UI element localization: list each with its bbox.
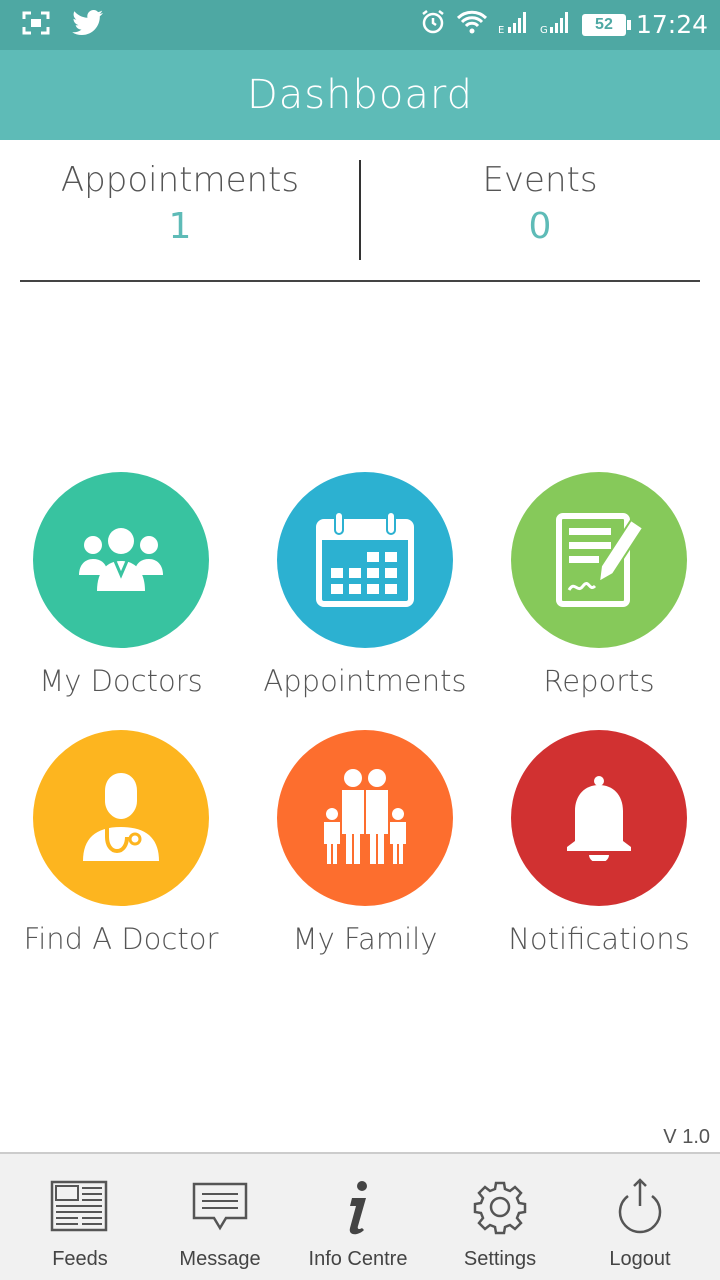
newspaper-icon — [50, 1180, 108, 1232]
bottom-nav: Feeds Message Info Centre Settings Logou… — [0, 1152, 720, 1280]
nav-label-logout: Logout — [609, 1248, 671, 1270]
doctors-group-icon — [79, 528, 163, 591]
tile-label-my-doctors: My Doctors — [39, 664, 203, 698]
tile-label-my-family: My Family — [292, 922, 438, 956]
summary-counters: Appointments 1 Events 0 — [20, 140, 700, 282]
alarm-icon — [420, 9, 446, 40]
tile-find-a-doctor[interactable]: Find A Doctor — [1, 730, 241, 956]
tile-label-find-a-doctor: Find A Doctor — [23, 922, 219, 956]
svg-text:E: E — [498, 25, 504, 35]
report-signature-icon — [556, 513, 645, 607]
screenshot-icon — [22, 11, 50, 40]
nav-label-settings: Settings — [463, 1248, 537, 1270]
bell-icon — [567, 776, 631, 861]
app-bar: Dashboard — [0, 50, 720, 140]
signal-icon-2: G — [540, 9, 572, 40]
tile-circle — [33, 730, 209, 906]
status-bar: E G 52 17:24 — [0, 0, 720, 50]
app-version: V 1.0 — [663, 1126, 710, 1148]
family-icon — [324, 769, 406, 864]
info-icon — [349, 1181, 367, 1235]
nav-item-message[interactable]: Message — [148, 1154, 292, 1280]
nav-label-feeds: Feeds — [52, 1248, 108, 1270]
events-counter-value: 0 — [528, 206, 552, 247]
gear-icon — [473, 1181, 527, 1235]
tile-circle — [277, 730, 453, 906]
wifi-icon — [456, 9, 488, 40]
tile-circle — [511, 472, 687, 648]
tile-circle — [277, 472, 453, 648]
nav-label-info-centre: Info Centre — [308, 1248, 408, 1270]
clock: 17:24 — [635, 10, 708, 39]
calendar-icon — [316, 512, 414, 607]
tile-my-doctors[interactable]: My Doctors — [1, 472, 241, 698]
tile-my-family[interactable]: My Family — [245, 730, 485, 956]
nav-item-info-centre[interactable]: Info Centre — [286, 1154, 430, 1280]
svg-text:G: G — [540, 25, 548, 35]
battery-indicator: 52 — [581, 13, 631, 36]
nav-item-feeds[interactable]: Feeds — [8, 1154, 152, 1280]
tile-label-reports: Reports — [543, 664, 655, 698]
signal-icon: E — [498, 9, 530, 40]
twitter-icon — [72, 10, 104, 41]
appointments-counter-value: 1 — [168, 206, 192, 247]
tile-label-notifications: Notifications — [508, 922, 690, 956]
tile-label-appointments: Appointments — [263, 664, 467, 698]
doctor-stethoscope-icon — [83, 773, 159, 861]
tile-circle — [33, 472, 209, 648]
nav-item-logout[interactable]: Logout — [568, 1154, 712, 1280]
nav-label-message: Message — [179, 1248, 261, 1270]
page-title: Dashboard — [246, 72, 473, 118]
tile-notifications[interactable]: Notifications — [479, 730, 719, 956]
events-counter[interactable]: Events 0 — [360, 160, 720, 247]
tile-appointments[interactable]: Appointments — [245, 472, 485, 698]
tile-reports[interactable]: Reports — [479, 472, 719, 698]
events-counter-label: Events — [482, 160, 598, 200]
power-icon — [618, 1178, 662, 1234]
appointments-counter[interactable]: Appointments 1 — [20, 160, 340, 247]
tile-circle — [511, 730, 687, 906]
nav-item-settings[interactable]: Settings — [428, 1154, 572, 1280]
message-icon — [192, 1182, 248, 1231]
appointments-counter-label: Appointments — [60, 160, 300, 200]
